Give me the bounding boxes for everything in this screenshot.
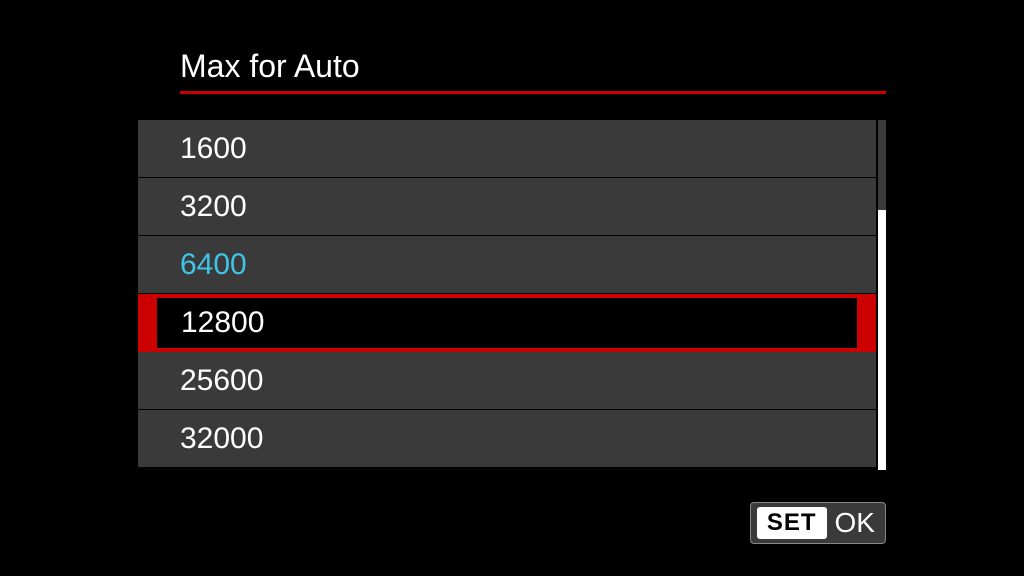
list-item[interactable]: 1600 bbox=[138, 120, 876, 178]
title-underline bbox=[180, 91, 886, 94]
iso-list-items: 1600 3200 6400 12800 25600 32000 bbox=[138, 120, 876, 470]
set-button-badge[interactable]: SET bbox=[757, 507, 827, 539]
list-item-label: 12800 bbox=[156, 297, 858, 349]
footer-hint: SET OK bbox=[750, 502, 886, 544]
page-title: Max for Auto bbox=[180, 48, 886, 91]
list-item[interactable]: 3200 bbox=[138, 178, 876, 236]
list-item[interactable]: 25600 bbox=[138, 352, 876, 410]
scrollbar-thumb[interactable] bbox=[878, 210, 886, 470]
list-item[interactable]: 6400 bbox=[138, 236, 876, 294]
list-item[interactable]: 12800 bbox=[138, 294, 876, 352]
page-header: Max for Auto bbox=[180, 48, 886, 94]
list-item[interactable]: 32000 bbox=[138, 410, 876, 468]
ok-label: OK bbox=[835, 507, 875, 539]
scrollbar-track[interactable] bbox=[878, 120, 886, 470]
iso-list: 1600 3200 6400 12800 25600 32000 bbox=[138, 120, 886, 470]
